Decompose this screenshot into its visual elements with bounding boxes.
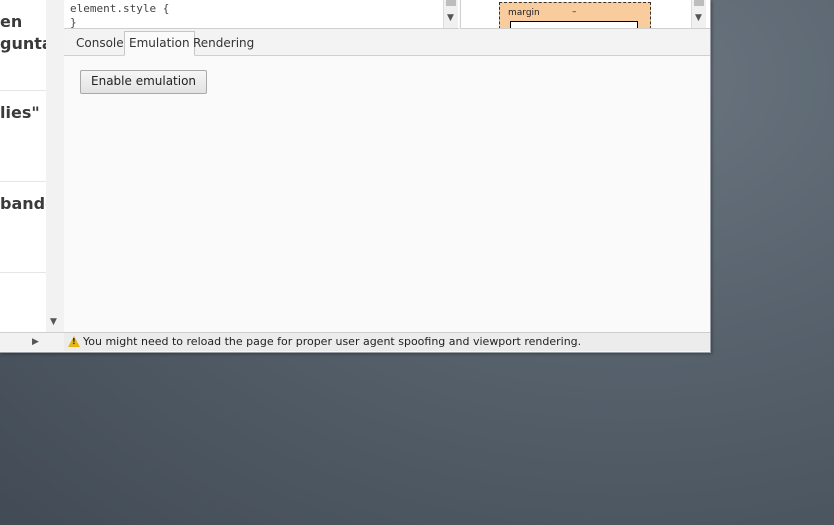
margin-label: margin [508, 8, 540, 18]
tab-console[interactable]: Console [72, 32, 128, 54]
page-text-line: gunta [0, 34, 53, 53]
devtools-window: en gunta lies" bandc ▼ ▶ element.style {… [0, 0, 711, 353]
style-rule-close: } [70, 16, 77, 29]
page-block: lies" [0, 91, 46, 182]
scroll-down-arrow-icon[interactable]: ▼ [447, 13, 454, 23]
style-rule-selector[interactable]: element.style { [70, 2, 169, 16]
metrics-pane: margin – ▼ [460, 0, 710, 29]
border-box [510, 21, 638, 28]
margin-value[interactable]: – [572, 7, 577, 17]
styles-pane: element.style { } ▼ [64, 0, 459, 29]
tab-rendering[interactable]: Rendering [189, 32, 258, 54]
scroll-down-arrow-icon[interactable]: ▼ [695, 13, 702, 23]
page-preview: en gunta lies" bandc ▼ [0, 0, 65, 332]
page-text-line: lies" [0, 103, 40, 122]
scroll-down-arrow-icon[interactable]: ▼ [50, 317, 57, 327]
page-block: en gunta [0, 0, 53, 91]
page-horizontal-scrollbar[interactable]: ▶ [0, 332, 64, 351]
scrollbar-thumb[interactable] [446, 0, 456, 6]
styles-scrollbar[interactable]: ▼ [443, 0, 458, 28]
margin-box: margin – [499, 2, 651, 28]
page-block: bandc [0, 182, 55, 273]
warning-exclamation: ! [72, 337, 76, 346]
page-text-line: en [0, 12, 23, 31]
drawer-tabbar: Console Emulation Rendering [64, 29, 710, 56]
status-bar: ! You might need to reload the page for … [64, 332, 710, 351]
page-content: en gunta lies" bandc [0, 0, 55, 332]
page-vertical-scrollbar[interactable]: ▼ [46, 0, 64, 332]
emulation-panel: Enable emulation [64, 56, 710, 332]
scrollbar-thumb[interactable] [694, 0, 704, 6]
tab-emulation[interactable]: Emulation [124, 31, 195, 56]
status-message: You might need to reload the page for pr… [83, 335, 582, 348]
scroll-right-arrow-icon[interactable]: ▶ [32, 337, 39, 347]
metrics-scrollbar[interactable]: ▼ [691, 0, 706, 28]
enable-emulation-button[interactable]: Enable emulation [80, 70, 208, 94]
